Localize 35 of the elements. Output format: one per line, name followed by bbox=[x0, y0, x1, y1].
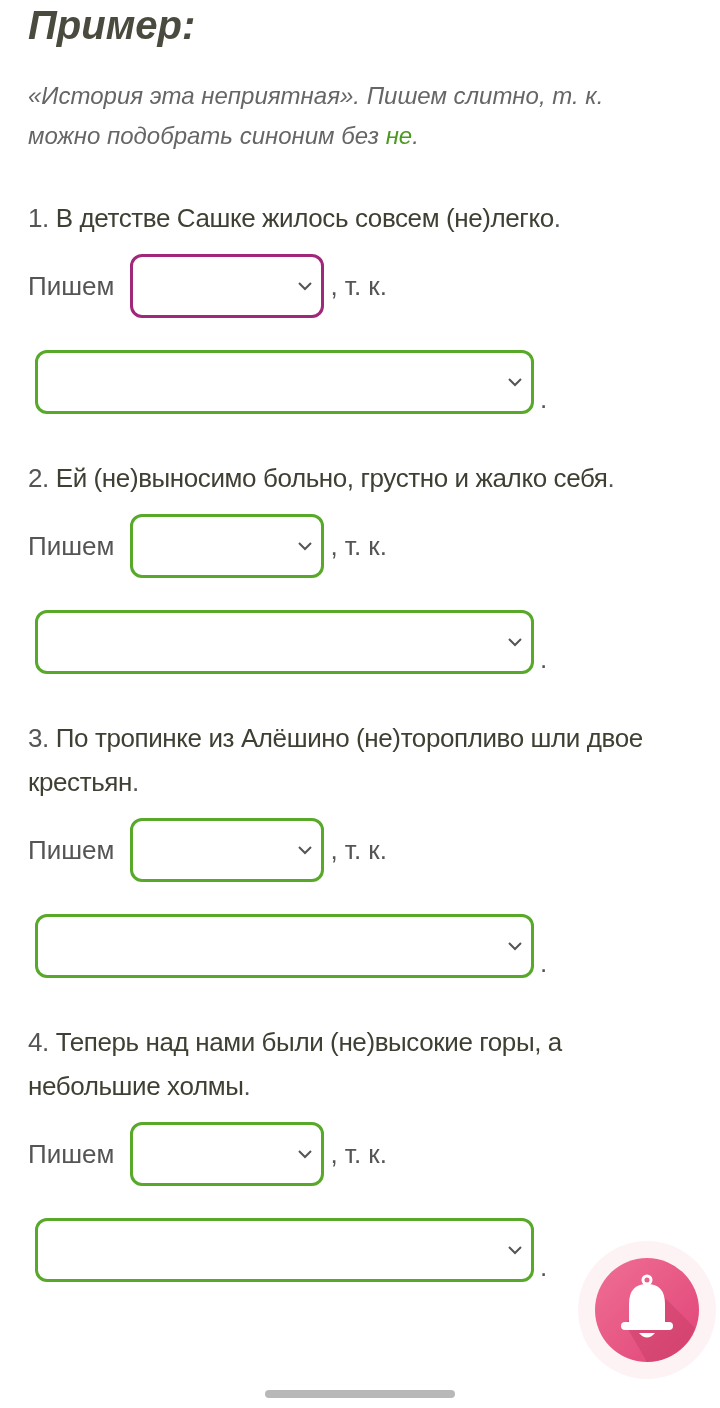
dropdown[interactable] bbox=[35, 914, 534, 978]
chevron-down-icon bbox=[297, 1149, 314, 1159]
chevron-down-icon bbox=[297, 281, 314, 291]
task-sentence: 2. Ей (не)выносимо больно, грустно и жалко себя. bbox=[28, 462, 616, 495]
dropdown[interactable] bbox=[35, 610, 534, 674]
task-sentence: 4. Теперь над нами были (не)высокие горы, а небольшие холмы. bbox=[28, 1026, 564, 1103]
label: Пишем bbox=[28, 1138, 115, 1170]
connector-text: , т. к. bbox=[330, 1138, 387, 1170]
chevron-down-icon bbox=[297, 541, 314, 551]
period: . bbox=[540, 948, 548, 978]
period: . bbox=[540, 384, 548, 414]
task-sentence: 1. В детстве Сашке жилось совсем (не)легко. bbox=[28, 202, 562, 235]
dropdown[interactable] bbox=[130, 818, 325, 882]
dropdown[interactable] bbox=[35, 350, 534, 414]
bell-icon bbox=[595, 1258, 699, 1362]
chevron-down-icon bbox=[507, 637, 523, 647]
chevron-down-icon bbox=[297, 845, 314, 855]
chevron-down-icon bbox=[507, 1245, 523, 1255]
label: Пишем bbox=[28, 270, 115, 302]
period: . bbox=[540, 1252, 548, 1282]
period: . bbox=[540, 644, 548, 674]
dropdown[interactable] bbox=[35, 1218, 534, 1282]
chevron-down-icon bbox=[507, 941, 523, 951]
chevron-down-icon bbox=[507, 377, 523, 387]
task-sentence: 3. По тропинке из Алёшино (не)торопливо шли двое крестьян. bbox=[28, 722, 644, 799]
example-text: «История эта неприятная». Пишем слитно, т. к. можно подобрать синоним без не. bbox=[28, 81, 605, 151]
heading: Пример: bbox=[28, 2, 197, 48]
label: Пишем bbox=[28, 530, 115, 562]
connector-text: , т. к. bbox=[330, 834, 387, 866]
connector-text: , т. к. bbox=[330, 270, 387, 302]
dropdown[interactable] bbox=[130, 1122, 325, 1186]
label: Пишем bbox=[28, 834, 115, 866]
dropdown[interactable] bbox=[130, 514, 325, 578]
connector-text: , т. к. bbox=[330, 530, 387, 562]
dropdown[interactable] bbox=[130, 254, 325, 318]
